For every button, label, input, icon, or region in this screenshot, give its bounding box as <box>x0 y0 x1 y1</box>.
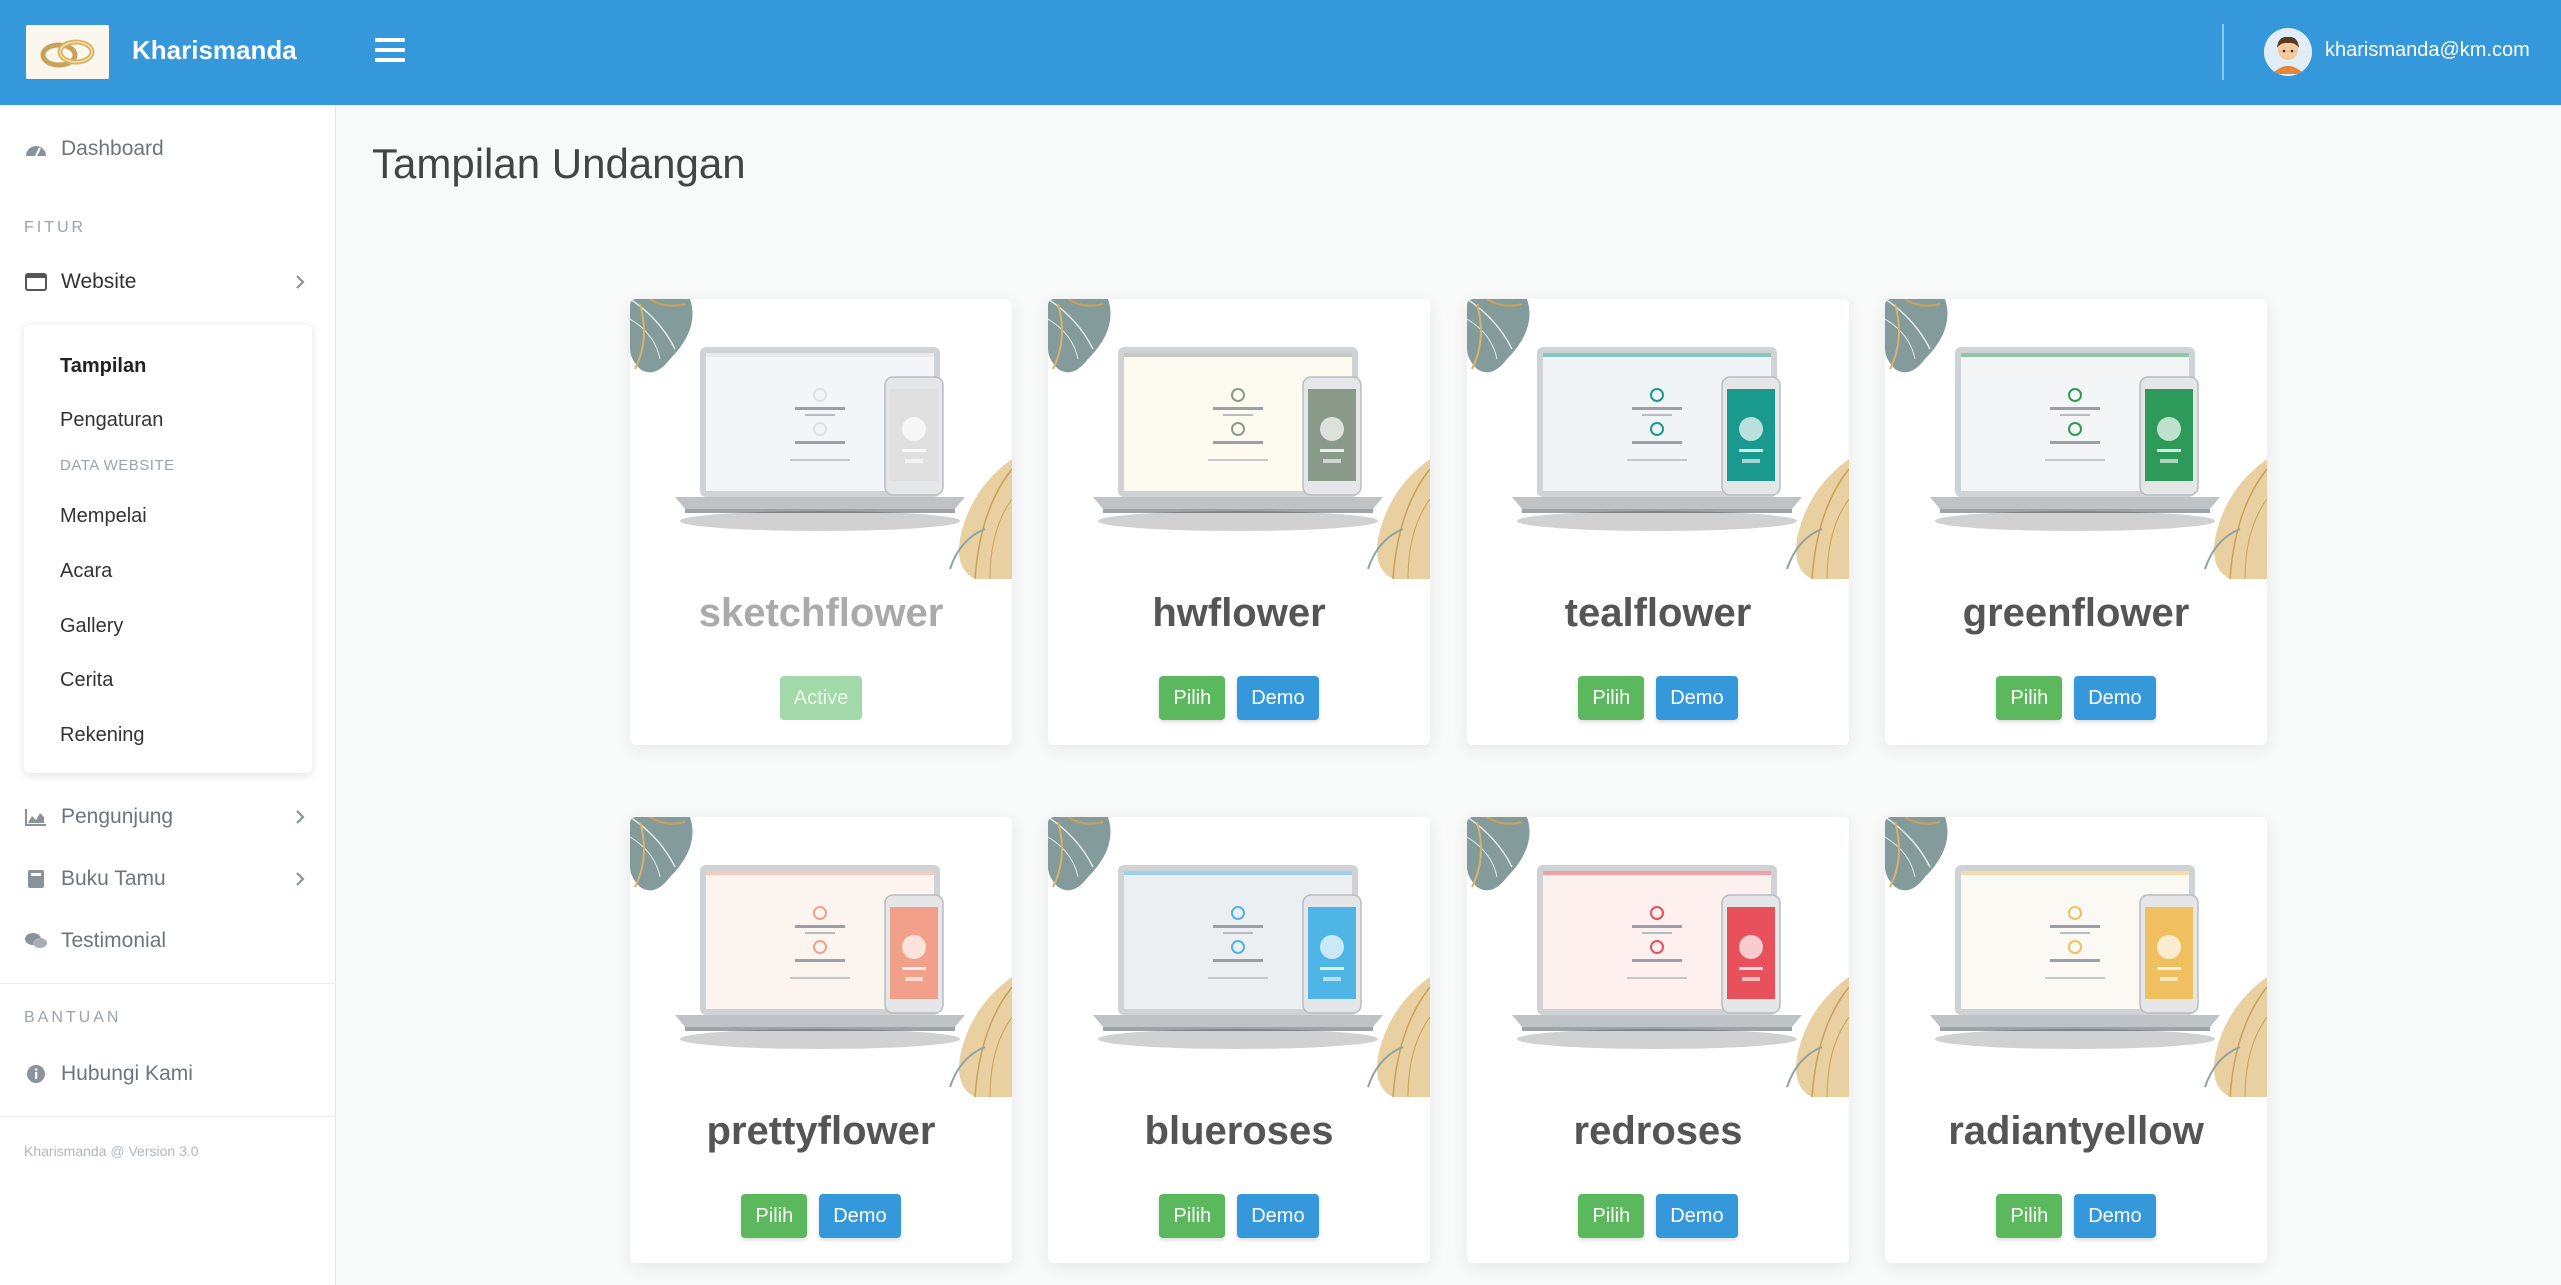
page-title: Tampilan Undangan <box>372 140 746 187</box>
demo-button[interactable]: Demo <box>1656 1194 1738 1238</box>
sidebar-item-website[interactable]: Website <box>0 256 336 308</box>
website-submenu: Tampilan Pengaturan DATA WEBSITE Mempela… <box>24 325 312 773</box>
pilih-button[interactable]: Pilih <box>1996 676 2063 720</box>
theme-preview-image <box>1467 817 1849 1098</box>
theme-actions: Pilih Demo <box>1467 676 1849 720</box>
theme-card: prettyflower Pilih Demo <box>630 817 1012 1263</box>
theme-actions: Active <box>630 676 1012 720</box>
theme-card: sketchflower Active <box>630 299 1012 745</box>
theme-name: blueroses <box>1144 1109 1334 1153</box>
demo-button[interactable]: Demo <box>2074 1194 2156 1238</box>
submenu-header-data-website: DATA WEBSITE <box>60 457 175 474</box>
sidebar: Dashboard FITUR Website Tampilan Pengatu… <box>0 105 336 1285</box>
theme-preview-image <box>1048 299 1430 580</box>
wedding-rings-icon <box>26 25 109 79</box>
sidebar-divider <box>0 983 336 984</box>
theme-card: tealflower Pilih Demo <box>1467 299 1849 745</box>
info-circle-icon <box>24 1062 48 1086</box>
section-title-fitur: FITUR <box>24 219 87 236</box>
sidebar-label-hubungi-kami: Hubungi Kami <box>61 1062 193 1085</box>
submenu-item-pengaturan[interactable]: Pengaturan <box>60 409 163 432</box>
theme-actions: Pilih Demo <box>1048 1194 1430 1238</box>
pilih-button[interactable]: Pilih <box>1159 676 1226 720</box>
sidebar-item-pengunjung[interactable]: Pengunjung <box>0 791 336 843</box>
active-theme-button[interactable]: Active <box>779 676 863 720</box>
chevron-right-icon <box>290 869 310 889</box>
sidebar-label-testimonial: Testimonial <box>61 929 167 952</box>
area-chart-icon <box>24 805 48 829</box>
theme-preview-image <box>1885 817 2267 1098</box>
theme-actions: Pilih Demo <box>1885 676 2267 720</box>
dashboard-gauge-icon <box>24 137 48 161</box>
submenu-item-rekening[interactable]: Rekening <box>60 724 145 747</box>
theme-actions: Pilih Demo <box>630 1194 1012 1238</box>
theme-card: greenflower Pilih Demo <box>1885 299 2267 745</box>
user-avatar[interactable] <box>2264 28 2312 76</box>
demo-button[interactable]: Demo <box>1237 1194 1319 1238</box>
theme-actions: Pilih Demo <box>1048 676 1430 720</box>
chevron-right-icon <box>290 272 310 292</box>
theme-preview-image <box>630 817 1012 1098</box>
sidebar-divider <box>0 1116 336 1117</box>
theme-preview-image <box>630 299 1012 580</box>
demo-button[interactable]: Demo <box>819 1194 901 1238</box>
pilih-button[interactable]: Pilih <box>741 1194 808 1238</box>
top-bar: Kharismanda kharismanda@km.com <box>0 0 2561 105</box>
theme-card: radiantyellow Pilih Demo <box>1885 817 2267 1263</box>
sidebar-item-buku-tamu[interactable]: Buku Tamu <box>0 853 336 905</box>
submenu-item-mempelai[interactable]: Mempelai <box>60 505 147 528</box>
theme-actions: Pilih Demo <box>1885 1194 2267 1238</box>
submenu-item-tampilan[interactable]: Tampilan <box>60 355 146 378</box>
sidebar-label-website: Website <box>61 270 137 293</box>
demo-button[interactable]: Demo <box>2074 676 2156 720</box>
brand-name[interactable]: Kharismanda <box>132 35 297 66</box>
comments-icon <box>24 929 48 953</box>
submenu-item-cerita[interactable]: Cerita <box>60 669 113 692</box>
theme-name: greenflower <box>1962 591 2190 635</box>
browser-window-icon <box>24 270 48 294</box>
demo-button[interactable]: Demo <box>1656 676 1738 720</box>
sidebar-item-testimonial[interactable]: Testimonial <box>0 915 336 967</box>
theme-preview-image <box>1885 299 2267 580</box>
theme-name: redroses <box>1573 1109 1743 1153</box>
header-divider <box>2222 24 2224 80</box>
theme-preview-image <box>1467 299 1849 580</box>
theme-name: radiantyellow <box>1948 1109 2204 1153</box>
theme-name: sketchflower <box>698 591 944 635</box>
pilih-button[interactable]: Pilih <box>1996 1194 2063 1238</box>
brand-logo[interactable] <box>26 25 109 79</box>
demo-button[interactable]: Demo <box>1237 676 1319 720</box>
submenu-item-acara[interactable]: Acara <box>60 560 112 583</box>
user-email[interactable]: kharismanda@km.com <box>2325 39 2530 62</box>
pilih-button[interactable]: Pilih <box>1578 676 1645 720</box>
hamburger-menu-icon[interactable] <box>375 32 405 72</box>
sidebar-label-dashboard: Dashboard <box>61 137 164 160</box>
theme-card: blueroses Pilih Demo <box>1048 817 1430 1263</box>
theme-card: redroses Pilih Demo <box>1467 817 1849 1263</box>
sidebar-label-pengunjung: Pengunjung <box>61 805 174 828</box>
theme-actions: Pilih Demo <box>1467 1194 1849 1238</box>
book-icon <box>24 867 48 891</box>
theme-card: hwflower Pilih Demo <box>1048 299 1430 745</box>
sidebar-label-buku-tamu: Buku Tamu <box>61 867 166 890</box>
section-title-bantuan: BANTUAN <box>24 1009 122 1026</box>
sidebar-footer-version: Kharismanda @ Version 3.0 <box>24 1143 199 1159</box>
pilih-button[interactable]: Pilih <box>1159 1194 1226 1238</box>
theme-preview-image <box>1048 817 1430 1098</box>
theme-name: hwflower <box>1152 591 1326 635</box>
pilih-button[interactable]: Pilih <box>1578 1194 1645 1238</box>
sidebar-item-dashboard[interactable]: Dashboard <box>0 123 336 175</box>
theme-name: tealflower <box>1564 591 1752 635</box>
submenu-item-gallery[interactable]: Gallery <box>60 615 123 638</box>
chevron-right-icon <box>290 807 310 827</box>
sidebar-item-hubungi-kami[interactable]: Hubungi Kami <box>0 1048 336 1100</box>
theme-name: prettyflower <box>706 1109 936 1153</box>
